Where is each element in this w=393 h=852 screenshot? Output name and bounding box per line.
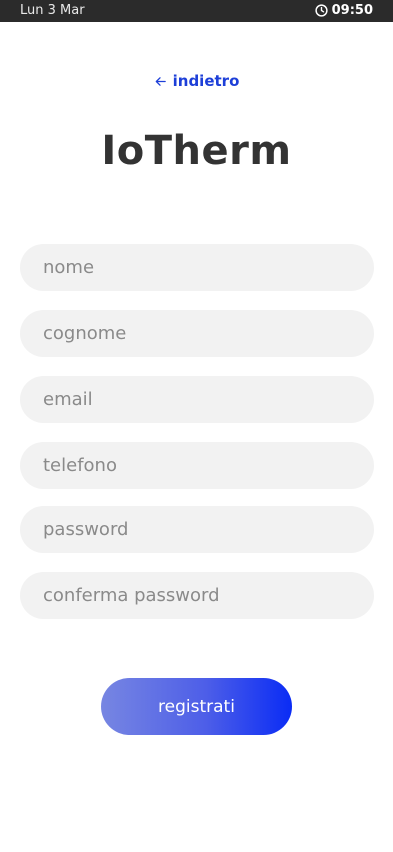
register-button[interactable]: registrati	[101, 678, 292, 735]
back-link-label: indietro	[172, 72, 240, 90]
status-time-group: 09:50	[314, 3, 373, 18]
surname-field[interactable]	[20, 310, 374, 357]
password-field[interactable]	[20, 506, 374, 553]
email-field[interactable]	[20, 376, 374, 423]
confirm-password-field[interactable]	[20, 572, 374, 619]
phone-field[interactable]	[20, 442, 374, 489]
status-bar: Lun 3 Mar 09:50	[0, 0, 393, 22]
arrow-left-icon	[155, 76, 166, 86]
status-time: 09:50	[331, 3, 373, 18]
status-date: Lun 3 Mar	[20, 3, 85, 18]
clock-icon	[314, 4, 328, 17]
app-title: IoTherm	[101, 128, 292, 174]
name-field[interactable]	[20, 244, 374, 291]
back-link[interactable]: indietro	[0, 70, 393, 92]
